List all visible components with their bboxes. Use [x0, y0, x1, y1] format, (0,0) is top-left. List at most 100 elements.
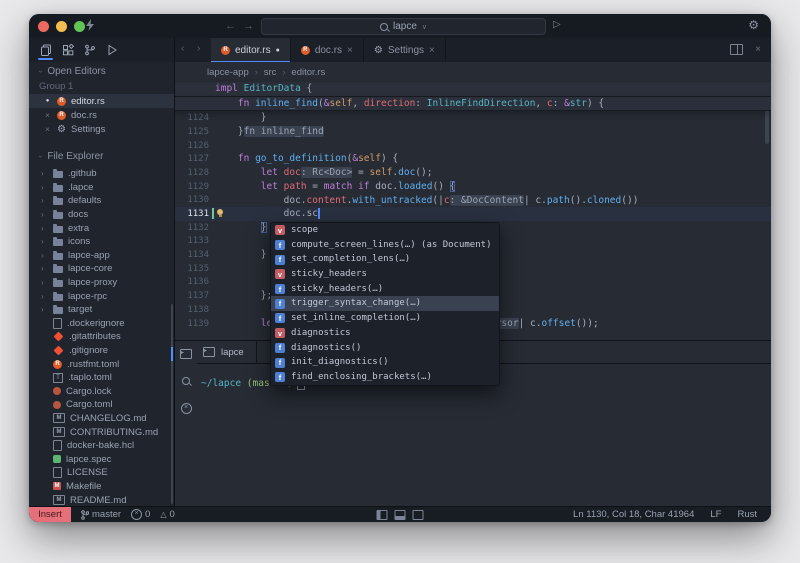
- file-item-Makefile[interactable]: MMakefile: [29, 480, 174, 494]
- tab-nav-back-button[interactable]: ‹: [181, 43, 184, 54]
- warning-count[interactable]: △ 0: [160, 509, 174, 520]
- folder-item-icons[interactable]: ›icons: [29, 235, 174, 249]
- git-change-bar: [212, 208, 214, 219]
- completion-item[interactable]: ftrigger_syntax_change(…): [271, 296, 499, 311]
- file-item-LICENSE[interactable]: LICENSE: [29, 466, 174, 480]
- file-item-CONTRIBUTING-md[interactable]: MCONTRIBUTING.md: [29, 425, 174, 439]
- chevron-collapsed-icon[interactable]: ›: [41, 224, 48, 233]
- chevron-collapsed-icon[interactable]: ›: [41, 251, 48, 260]
- nav-back-button[interactable]: ←: [225, 18, 236, 34]
- plugins-icon[interactable]: [60, 40, 75, 60]
- chevron-collapsed-icon[interactable]: ›: [41, 183, 48, 192]
- folder-item-target[interactable]: ›target: [29, 303, 174, 317]
- cursor-position[interactable]: Ln 1130, Col 18, Char 41964: [573, 509, 694, 520]
- split-editor-icon[interactable]: [730, 44, 743, 55]
- file-item--dockerignore[interactable]: .dockerignore: [29, 317, 174, 331]
- chevron-collapsed-icon[interactable]: ›: [41, 169, 48, 178]
- completion-label: init_diagnostics(): [291, 355, 389, 370]
- open-editor-label: editor.rs: [71, 96, 105, 107]
- completion-item[interactable]: ffind_enclosing_brackets(…): [271, 370, 499, 385]
- open-editors-header[interactable]: › Open Editors: [29, 62, 174, 80]
- command-palette[interactable]: lapce ∨: [261, 18, 546, 35]
- close-icon[interactable]: ×: [43, 125, 52, 134]
- minimize-window-button[interactable]: [56, 21, 67, 32]
- file-explorer-header[interactable]: › File Explorer: [29, 147, 174, 165]
- open-editor-item-Settings[interactable]: ×⚙Settings: [29, 122, 174, 136]
- completion-item[interactable]: vscope: [271, 223, 499, 238]
- zoom-window-button[interactable]: [74, 21, 85, 32]
- chevron-collapsed-icon[interactable]: ›: [41, 292, 48, 301]
- editor-tabs: Reditor.rs●Rdoc.rs×⚙Settings×: [211, 38, 446, 62]
- completion-item[interactable]: fdiagnostics(): [271, 341, 499, 356]
- chevron-collapsed-icon[interactable]: ›: [41, 264, 48, 273]
- folder-icon: [53, 266, 63, 273]
- folder-item-lapce-proxy[interactable]: ›lapce-proxy: [29, 276, 174, 290]
- insert-mode-badge[interactable]: Insert: [29, 507, 71, 522]
- file-explorer-icon[interactable]: [38, 40, 53, 60]
- settings-gear-button[interactable]: ⚙: [748, 18, 759, 32]
- close-window-button[interactable]: [38, 21, 49, 32]
- source-control-icon[interactable]: [82, 40, 97, 60]
- file-item-docker-bake-hcl[interactable]: docker-bake.hcl: [29, 439, 174, 453]
- completion-item[interactable]: fsticky_headers(…): [271, 282, 499, 297]
- toggle-left-panel-button[interactable]: [377, 510, 388, 520]
- problems-panel-icon[interactable]: ×: [179, 401, 193, 415]
- folder-item-lapce-app[interactable]: ›lapce-app: [29, 249, 174, 263]
- debug-icon[interactable]: [104, 40, 119, 60]
- nav-forward-button[interactable]: →: [243, 18, 254, 34]
- breadcrumb-item[interactable]: lapce-app: [207, 67, 249, 78]
- completion-item[interactable]: fset_completion_lens(…): [271, 252, 499, 267]
- file-item-CHANGELOG-md[interactable]: MCHANGELOG.md: [29, 412, 174, 426]
- file-item-lapce-spec[interactable]: lapce.spec: [29, 452, 174, 466]
- completion-item[interactable]: vdiagnostics: [271, 326, 499, 341]
- run-button[interactable]: ▷: [553, 19, 561, 30]
- folder-item-defaults[interactable]: ›defaults: [29, 194, 174, 208]
- toggle-bottom-panel-button[interactable]: [395, 510, 406, 520]
- tab-nav-forward-button[interactable]: ›: [197, 43, 200, 54]
- file-item--rustfmt-toml[interactable]: R.rustfmt.toml: [29, 357, 174, 371]
- open-editor-item-editor-rs[interactable]: ●Reditor.rs: [29, 94, 174, 108]
- language-mode[interactable]: Rust: [737, 509, 757, 520]
- chevron-collapsed-icon[interactable]: ›: [41, 278, 48, 287]
- completion-item[interactable]: fset_inline_completion(…): [271, 311, 499, 326]
- chevron-collapsed-icon[interactable]: ›: [41, 237, 48, 246]
- search-panel-icon[interactable]: [179, 374, 193, 388]
- completion-item[interactable]: finit_diagnostics(): [271, 355, 499, 370]
- completion-item[interactable]: fcompute_screen_lines(…) (as Document): [271, 238, 499, 253]
- close-editor-icon[interactable]: ×: [755, 44, 761, 55]
- chevron-collapsed-icon[interactable]: ›: [41, 305, 48, 314]
- tab-doc-rs[interactable]: Rdoc.rs×: [291, 38, 364, 62]
- folder-item-extra[interactable]: ›extra: [29, 221, 174, 235]
- file-item-Cargo-lock[interactable]: Cargo.lock: [29, 385, 174, 399]
- tab-Settings[interactable]: ⚙Settings×: [364, 38, 446, 62]
- folder-item--github[interactable]: ›.github: [29, 167, 174, 181]
- chevron-collapsed-icon[interactable]: ›: [41, 196, 48, 205]
- sidebar-scrollbar[interactable]: [171, 304, 173, 504]
- completion-label: diagnostics: [291, 326, 351, 341]
- file-item--gitignore[interactable]: .gitignore: [29, 344, 174, 358]
- folder-item--lapce[interactable]: ›.lapce: [29, 181, 174, 195]
- chevron-collapsed-icon[interactable]: ›: [41, 210, 48, 219]
- file-item--taplo-toml[interactable]: T.taplo.toml: [29, 371, 174, 385]
- close-icon[interactable]: ×: [43, 111, 52, 120]
- line-ending[interactable]: LF: [710, 509, 721, 520]
- folder-item-docs[interactable]: ›docs: [29, 208, 174, 222]
- toggle-right-panel-button[interactable]: [413, 510, 424, 520]
- close-tab-icon[interactable]: ×: [347, 45, 353, 56]
- error-count[interactable]: × 0: [131, 509, 150, 520]
- breadcrumb-item[interactable]: editor.rs: [291, 67, 325, 78]
- terminal-tab[interactable]: ▸ lapce: [197, 341, 257, 363]
- folder-item-lapce-core[interactable]: ›lapce-core: [29, 262, 174, 276]
- tab-editor-rs[interactable]: Reditor.rs●: [211, 38, 291, 62]
- file-item-Cargo-toml[interactable]: Cargo.toml: [29, 398, 174, 412]
- file-item--gitattributes[interactable]: .gitattributes: [29, 330, 174, 344]
- close-tab-icon[interactable]: ×: [429, 45, 435, 56]
- breadcrumb-item[interactable]: src: [264, 67, 277, 78]
- terminal-panel-icon[interactable]: ▸: [179, 347, 193, 361]
- git-branch-indicator[interactable]: master: [81, 509, 121, 520]
- file-item-README-md[interactable]: MREADME.md: [29, 493, 174, 507]
- completion-item[interactable]: vsticky_headers: [271, 267, 499, 282]
- folder-item-lapce-rpc[interactable]: ›lapce-rpc: [29, 289, 174, 303]
- function-kind-icon: f: [275, 372, 285, 382]
- open-editor-item-doc-rs[interactable]: ×Rdoc.rs: [29, 108, 174, 122]
